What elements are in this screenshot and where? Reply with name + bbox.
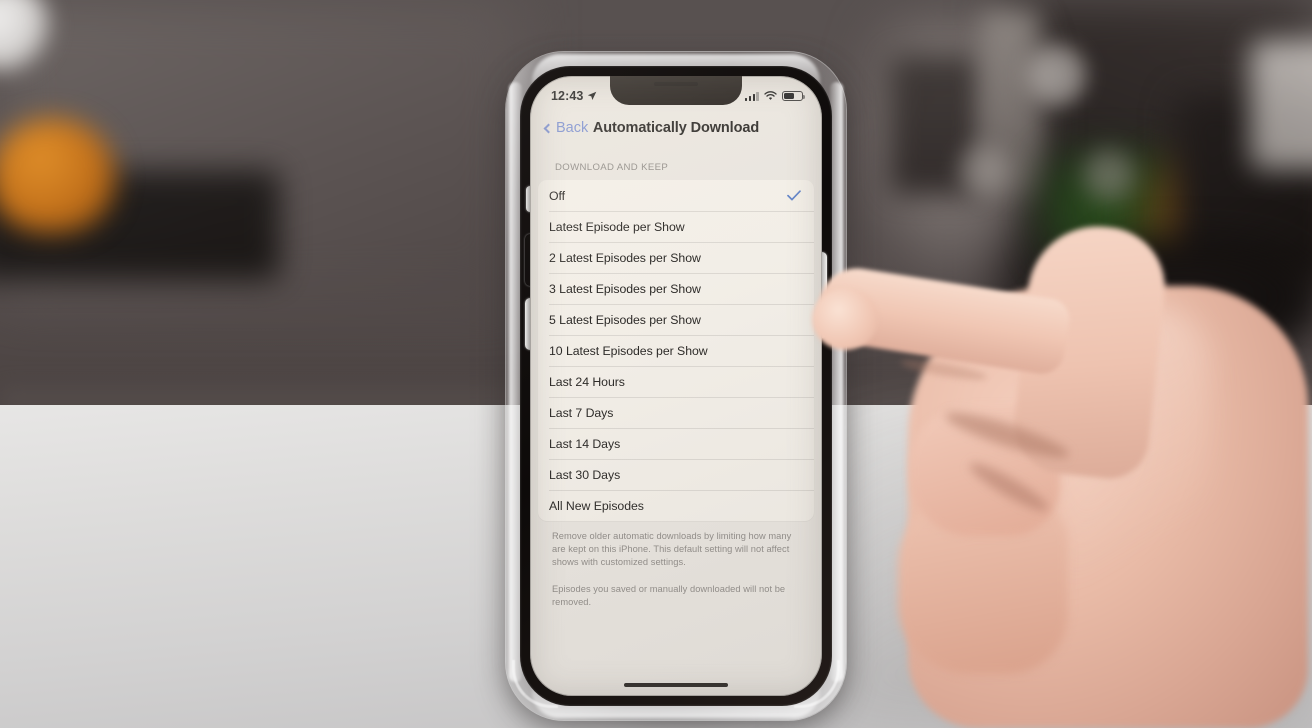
status-bar-left: 12:43 (551, 89, 597, 103)
back-button-label: Back (556, 120, 589, 136)
wifi-icon (764, 91, 777, 100)
background-object-orange (0, 118, 115, 233)
footnote-text: Remove older automatic downloads by limi… (552, 531, 792, 568)
settings-content: DOWNLOAD AND KEEP Off Latest Episode per … (530, 146, 822, 696)
option-label: Latest Episode per Show (549, 219, 685, 234)
background-object-light-right (1250, 40, 1312, 170)
bokeh-highlight (1020, 40, 1090, 110)
option-row[interactable]: 3 Latest Episodes per Show (538, 273, 814, 304)
option-label: 2 Latest Episodes per Show (549, 250, 701, 265)
navigation-bar: Automatically Download Back (530, 110, 822, 146)
option-label: All New Episodes (549, 498, 644, 513)
option-row[interactable]: 5 Latest Episodes per Show (538, 304, 814, 335)
footnote-group: Remove older automatic downloads by limi… (530, 521, 822, 609)
option-label: 5 Latest Episodes per Show (549, 312, 701, 327)
option-label: 3 Latest Episodes per Show (549, 281, 701, 296)
cellular-bars-icon (744, 91, 759, 101)
option-label: 10 Latest Episodes per Show (549, 343, 708, 358)
option-label: Last 24 Hours (549, 374, 625, 389)
option-row[interactable]: Off (538, 180, 814, 211)
option-label: Last 30 Days (549, 467, 621, 482)
bokeh-highlight (1080, 145, 1138, 205)
option-row[interactable]: Latest Episode per Show (538, 211, 814, 242)
option-label: Off (549, 188, 566, 203)
bokeh-highlight (955, 140, 1017, 202)
phone: 12:43 Automatically Download Back DOWNLO… (506, 52, 846, 720)
option-row[interactable]: Last 30 Days (538, 459, 814, 490)
index-finger-tip (812, 288, 878, 350)
section-header: DOWNLOAD AND KEEP (555, 162, 669, 173)
checkmark-icon (787, 190, 801, 201)
option-label: Last 7 Days (549, 405, 614, 420)
hand (812, 219, 1312, 728)
chevron-left-icon (543, 123, 554, 133)
display-notch (610, 76, 742, 105)
option-row[interactable]: Last 14 Days (538, 428, 814, 459)
option-row[interactable]: Last 7 Days (538, 397, 814, 428)
earpiece-speaker (654, 82, 698, 86)
location-arrow-icon (588, 91, 597, 100)
option-row[interactable]: 2 Latest Episodes per Show (538, 242, 814, 273)
option-label: Last 14 Days (549, 436, 621, 451)
status-bar-right (744, 90, 806, 102)
battery-icon (782, 90, 806, 102)
back-button[interactable]: Back (543, 120, 589, 136)
battery-fill (784, 92, 795, 100)
status-bar-time: 12:43 (551, 89, 584, 103)
option-row[interactable]: All New Episodes (538, 490, 814, 521)
option-list: Off Latest Episode per Show 2 Latest Episo… (538, 180, 814, 521)
home-indicator[interactable] (624, 683, 728, 687)
footnote-text: Episodes you saved or manually downloade… (552, 583, 786, 607)
option-row[interactable]: 10 Latest Episodes per Show (538, 335, 814, 366)
option-row[interactable]: Last 24 Hours (538, 366, 814, 397)
phone-screen: 12:43 Automatically Download Back DOWNLO… (530, 76, 822, 696)
